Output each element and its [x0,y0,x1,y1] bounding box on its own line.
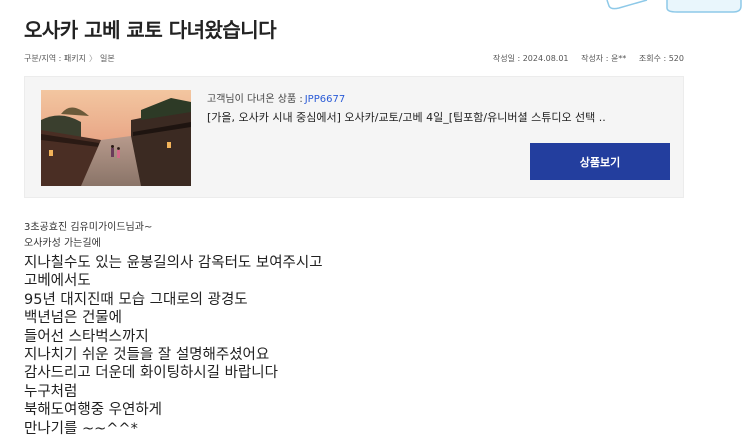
breadcrumb-category[interactable]: 구분/지역 : 패키지 [24,54,86,63]
product-thumbnail[interactable] [41,90,191,186]
review-body: 지나칠수도 있는 윤봉길의사 감옥터도 보여주시고 고베에서도 95년 대지진때… [24,254,323,438]
review-line: 들어선 스타벅스까지 [24,328,149,345]
header-decoration [606,0,742,13]
review-intro: 3초공효진 김유미가이드님과~ 오사카성 가는길에 [24,220,152,252]
review-line: 오사카성 가는길에 [24,238,101,249]
review-line: 누구처럼 [24,383,78,400]
post-views: 조회수 : 520 [638,54,684,63]
post-meta: 구분/지역 : 패키지 〉 일본 작성일 : 2024.08.01 작성자 : 윤*… [24,53,684,67]
product-name[interactable]: [가을, 오사카 시내 중심에서] 오사카/교토/고베 4일_[팁포함/유니버셜… [207,109,667,125]
view-product-button[interactable]: 상품보기 [530,143,670,180]
review-line: 감사드리고 더운데 화이팅하시길 바랍니다 [24,365,278,382]
review-line: 지나칠수도 있는 윤봉길의사 감옥터도 보여주시고 [24,255,323,271]
product-label: 고객님이 다녀온 상품 : JPP6677 [207,90,345,105]
review-line: 백년넘은 건물에 [24,310,122,327]
chevron-right-icon: 〉 [89,54,97,63]
review-line: 북해도여행중 우연하게 [24,402,163,419]
breadcrumb: 구분/지역 : 패키지 〉 일본 [24,53,115,64]
review-line: 고베에서도 [24,273,91,290]
page-title: 오사카 고베 쿄토 다녀왔습니다 [24,18,277,42]
review-line: 3초공효진 김유미가이드님과~ [24,222,153,233]
review-line: 지나치기 쉬운 것들을 잘 설명해주셨어요 [24,347,270,364]
product-label-text: 고객님이 다녀온 상품 : [207,94,303,105]
breadcrumb-region[interactable]: 일본 [100,54,115,63]
kyoto-street-image [41,90,191,186]
review-line: 만나기를 ~~^^* [24,420,138,437]
post-author: 작성자 : 윤** [581,54,627,63]
post-info: 작성일 : 2024.08.01 작성자 : 윤** 조회수 : 520 [483,53,684,64]
product-code[interactable]: JPP6677 [305,94,345,105]
product-card: 고객님이 다녀온 상품 : JPP6677 [가을, 오사카 시내 중심에서] 오… [24,76,684,198]
post-date: 작성일 : 2024.08.01 [492,54,569,63]
review-line: 95년 대지진때 모습 그대로의 광경도 [24,291,248,308]
